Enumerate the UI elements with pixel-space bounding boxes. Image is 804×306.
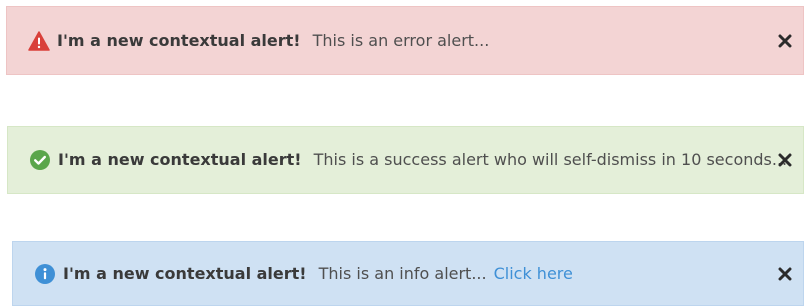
alerts-stage: I'm a new contextual alert! This is an e… xyxy=(0,0,804,306)
alert-message: This is an error alert... xyxy=(312,30,490,50)
close-icon[interactable] xyxy=(776,32,794,50)
click-here-link[interactable]: Click here xyxy=(494,264,573,284)
alert-message: This is an info alert... xyxy=(318,263,487,283)
alert-title: I'm a new contextual alert! xyxy=(63,263,307,283)
close-icon[interactable] xyxy=(776,151,794,169)
close-icon[interactable] xyxy=(776,265,794,283)
success-alert: I'm a new contextual alert! This is a su… xyxy=(7,126,804,194)
alert-title: I'm a new contextual alert! xyxy=(57,30,301,50)
info-alert: I'm a new contextual alert! This is an i… xyxy=(12,241,804,306)
error-alert: I'm a new contextual alert! This is an e… xyxy=(6,6,804,75)
check-circle-icon xyxy=(29,149,51,171)
alert-title: I'm a new contextual alert! xyxy=(58,150,302,169)
alert-message: This is a success alert who will self-di… xyxy=(313,150,788,169)
info-circle-icon xyxy=(34,263,56,285)
warning-triangle-icon xyxy=(28,30,50,52)
